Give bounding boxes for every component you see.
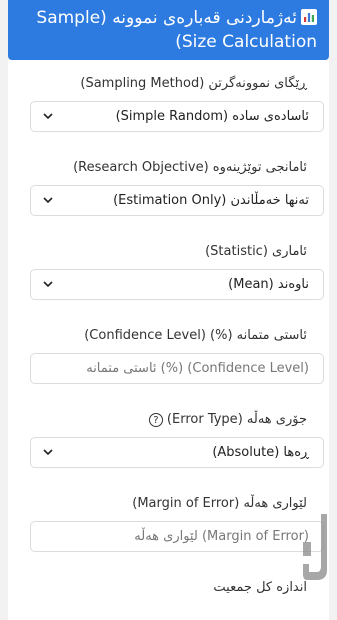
error-type-label-text: جۆری هەڵە (Error Type) (166, 412, 307, 427)
sampling-method-label: ڕێگای نموونەگرتن (Sampling Method) (80, 76, 307, 91)
margin-of-error-input[interactable]: (Margin of Error) لێواری هەڵە (30, 521, 324, 552)
error-type-select[interactable]: ڕەها (Absolute) (30, 437, 324, 468)
confidence-level-placeholder: (Confidence Level) (%) ئاستی متمانە (86, 361, 309, 376)
confidence-level-input[interactable]: (Confidence Level) (%) ئاستی متمانە (30, 353, 324, 384)
page-title: ئەژماردنی قەبارەی نموونە (Sample Size Ca… (36, 8, 317, 52)
margin-of-error-placeholder: (Margin of Error) لێواری هەڵە (134, 529, 309, 544)
margin-of-error-label: لێواری هەڵە (Margin of Error) (132, 496, 307, 511)
chevron-down-icon (43, 197, 53, 204)
help-icon[interactable]: ? (148, 413, 163, 427)
error-type-value: ڕەها (Absolute) (212, 445, 309, 460)
chevron-down-icon (43, 281, 53, 288)
population-size-label: اندازه کل جمعیت (213, 580, 307, 595)
app-logo-watermark-icon (303, 514, 327, 580)
sampling-method-select[interactable]: ئاسادەی سادە (Simple Random) (30, 101, 324, 132)
form-card: ڕێگای نموونەگرتن (Sampling Method) ئاساد… (8, 60, 329, 620)
sampling-method-value: ئاسادەی سادە (Simple Random) (115, 109, 309, 124)
page-header: ئەژماردنی قەبارەی نموونە (Sample Size Ca… (8, 0, 329, 60)
error-type-label: جۆری هەڵە (Error Type)? (148, 412, 307, 427)
statistic-value: ناوەند (Mean) (228, 277, 309, 292)
confidence-level-label: ئاستی متمانە (%) (Confidence Level) (84, 328, 307, 343)
statistic-select[interactable]: ناوەند (Mean) (30, 269, 324, 300)
bar-chart-icon (301, 9, 317, 25)
chevron-down-icon (43, 113, 53, 120)
research-objective-label: ئامانجی توێژینەوە (Research Objective) (73, 160, 307, 175)
research-objective-value: تەنها خەمڵاندن (Estimation Only) (113, 193, 309, 208)
chevron-down-icon (43, 449, 53, 456)
research-objective-select[interactable]: تەنها خەمڵاندن (Estimation Only) (30, 185, 324, 216)
statistic-label: ئاماری (Statistic) (205, 244, 307, 259)
